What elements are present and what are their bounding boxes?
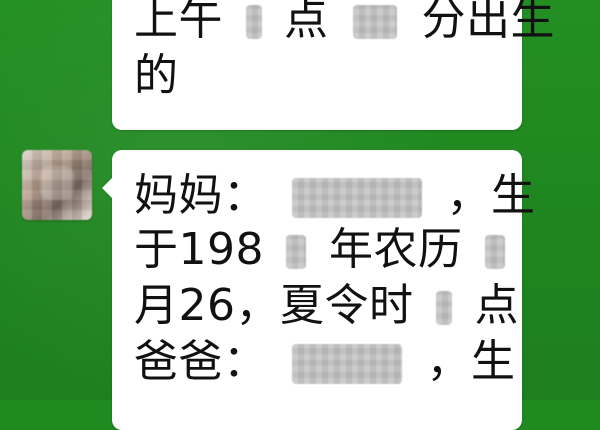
message-line: 于198 年农历 [134, 222, 513, 278]
message-line: 妈妈： ，生 [134, 168, 536, 224]
redacted-time-hour [245, 5, 262, 39]
message-line: 上午 点 分出生 [134, 0, 555, 48]
text-fragment: 于198 [134, 224, 264, 275]
redacted-time-minute [353, 5, 397, 39]
text-fragment: 爸爸： [134, 336, 268, 387]
redacted-hour [436, 291, 452, 325]
text-fragment: 点 [474, 280, 519, 331]
redacted-father-name [292, 344, 402, 384]
text-fragment: ，生 [446, 170, 536, 221]
text-fragment: 的 [134, 50, 179, 101]
message-line: 爸爸： ，生 [134, 334, 516, 390]
message-line: 月26，夏令时 点 [134, 278, 519, 334]
text-fragment: 年农历 [328, 224, 463, 275]
text-fragment: 点 [284, 0, 329, 45]
text-fragment: 分出生 [421, 0, 555, 45]
sender-avatar[interactable] [22, 150, 92, 220]
text-fragment: 妈妈： [134, 170, 268, 221]
text-fragment: ，生 [426, 336, 516, 387]
message-bubble-top[interactable]: 上午 点 分出生 的 [112, 0, 555, 130]
message-line: 的 [134, 48, 179, 104]
redacted-mother-name [292, 178, 422, 218]
redacted-lunar-month [484, 235, 505, 269]
message-bubble-bottom[interactable]: 妈妈： ，生 于198 年农历 月26，夏令时 点 爸爸： ，生 [112, 150, 535, 430]
text-fragment: 月26，夏令时 [134, 280, 414, 331]
text-fragment: 上午 [134, 0, 223, 45]
redacted-year-digit [286, 235, 307, 269]
